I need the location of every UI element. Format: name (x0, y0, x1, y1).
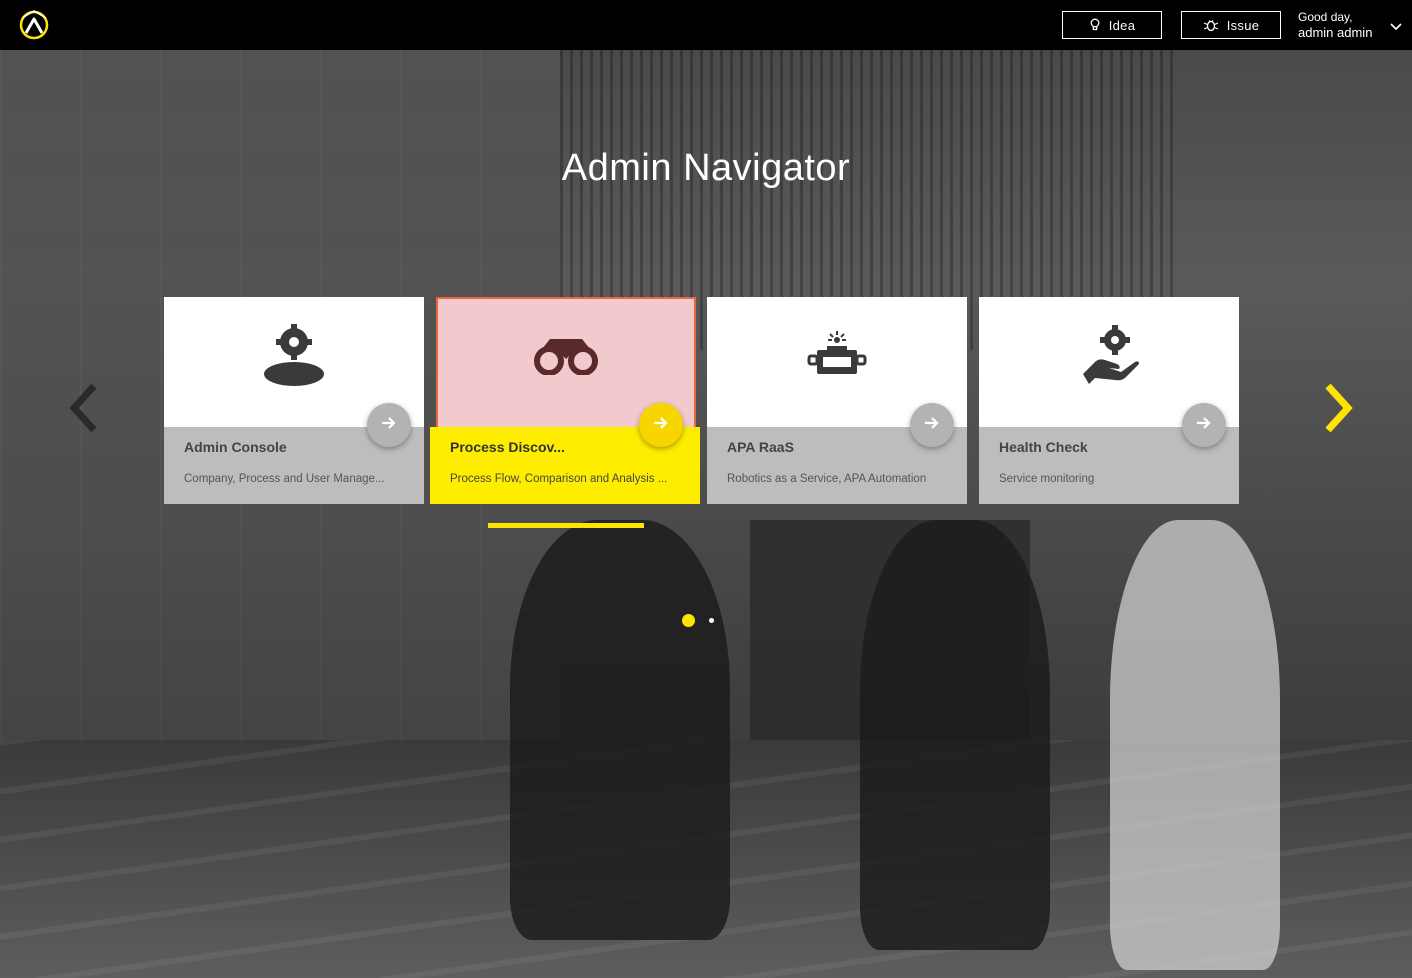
card-title: Process Discov... (450, 439, 565, 455)
idea-button[interactable]: Idea (1062, 11, 1162, 39)
card-open-button[interactable] (367, 403, 411, 447)
binoculars-icon (534, 335, 598, 380)
card-health-check[interactable]: Health Check Service monitoring (979, 297, 1239, 504)
card-title: APA RaaS (727, 439, 794, 455)
chevron-right-icon (1318, 383, 1358, 440)
card-open-button[interactable] (910, 403, 954, 447)
card-process-discovery[interactable]: Process Discov... Process Flow, Comparis… (430, 297, 700, 504)
carousel-prev-button[interactable] (64, 380, 104, 436)
card-open-button[interactable] (1182, 403, 1226, 447)
issue-label: Issue (1226, 17, 1260, 33)
card-admin-console[interactable]: Admin Console Company, Process and User … (164, 297, 424, 504)
top-bar: Idea Issue Good day, admin admin (0, 0, 1412, 50)
idea-label: Idea (1108, 17, 1136, 33)
card-title: Admin Console (184, 439, 287, 455)
carousel-dot-active[interactable] (682, 614, 695, 627)
chevron-down-icon[interactable] (1389, 19, 1403, 31)
active-card-indicator (488, 523, 644, 528)
greeting-text: Good day, (1298, 10, 1353, 24)
card-description: Process Flow, Comparison and Analysis ..… (450, 473, 668, 485)
arrow-right-icon (653, 416, 669, 435)
carousel-dot[interactable] (709, 618, 714, 623)
lightbulb-icon (1089, 18, 1101, 32)
user-name: admin admin (1298, 25, 1373, 40)
background-person (510, 520, 730, 940)
carousel-next-button[interactable] (1318, 380, 1358, 436)
user-gear-icon (262, 322, 326, 391)
arrow-right-icon (924, 416, 940, 435)
robot-icon (805, 330, 869, 383)
arrow-right-icon (381, 416, 397, 435)
card-description: Service monitoring (999, 473, 1095, 485)
background-person (1110, 520, 1280, 970)
card-title: Health Check (999, 439, 1088, 455)
card-description: Company, Process and User Manage... (184, 473, 385, 485)
card-open-button[interactable] (639, 403, 683, 447)
user-greeting[interactable]: Good day, admin admin (1298, 10, 1372, 40)
chevron-left-icon (64, 383, 104, 440)
page-title: Admin Navigator (561, 147, 851, 189)
bug-icon (1203, 18, 1219, 32)
app-logo-icon[interactable] (18, 9, 50, 41)
issue-button[interactable]: Issue (1181, 11, 1281, 39)
arrow-right-icon (1196, 416, 1212, 435)
card-apa-raas[interactable]: APA RaaS Robotics as a Service, APA Auto… (707, 297, 967, 504)
card-description: Robotics as a Service, APA Automation (727, 473, 927, 485)
background-person (860, 520, 1050, 950)
hand-gear-icon (1077, 322, 1141, 391)
